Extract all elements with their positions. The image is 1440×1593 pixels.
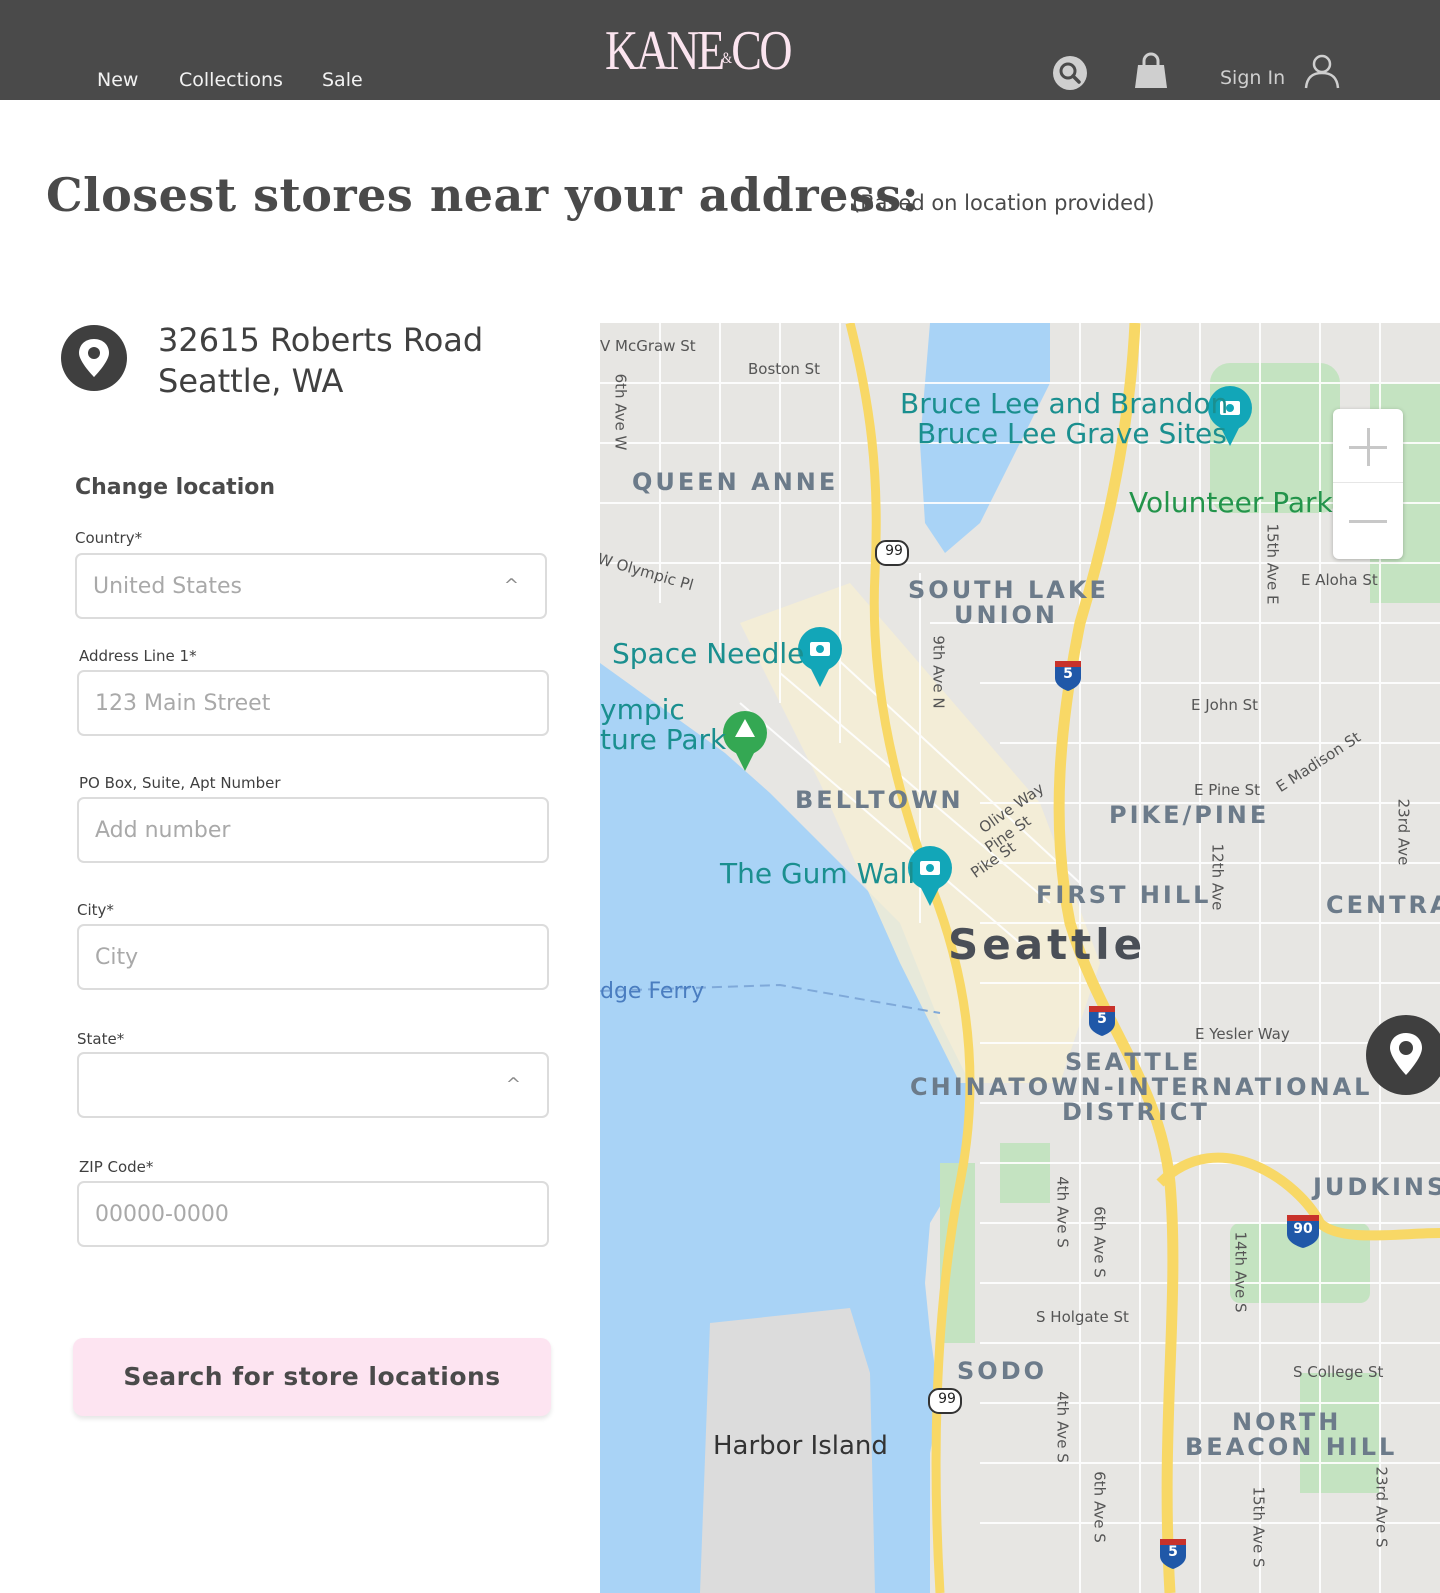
store-location-marker[interactable] — [1366, 1015, 1440, 1095]
chevron-up-icon: ^ — [505, 1074, 521, 1095]
location-pin-icon — [1390, 1033, 1422, 1075]
top-navigation-bar: New Collections Sale KANE&CO Sign In — [0, 0, 1440, 100]
map-label-olympic-1: ympic — [600, 693, 685, 726]
map-label-i90: 90 — [1293, 1221, 1313, 1237]
map-label-chinatown-3: DISTRICT — [1062, 1098, 1210, 1126]
nav-link-collections[interactable]: Collections — [179, 69, 283, 91]
map-label-seattle: Seattle — [948, 920, 1147, 969]
state-label: State* — [77, 1030, 125, 1048]
map-label-mcgraw: V McGraw St — [600, 337, 696, 355]
address-line2-label: PO Box, Suite, Apt Number — [79, 774, 281, 792]
city-placeholder: City — [95, 945, 139, 970]
map-label-ferry: dge Ferry — [600, 979, 705, 1004]
address-line1-input[interactable]: 123 Main Street — [77, 670, 549, 736]
address-line1-placeholder: 123 Main Street — [95, 691, 271, 716]
map-label-pine-e: E Pine St — [1194, 781, 1261, 799]
map-label-23rd-ave-s: 23rd Ave S — [1372, 1466, 1391, 1548]
map-label-6th-ave-w: 6th Ave W — [611, 373, 630, 451]
current-address-line2: Seattle, WA — [158, 362, 344, 400]
store-map[interactable]: V McGraw St Boston St 6th Ave W QUEEN AN… — [600, 323, 1440, 1593]
search-icon[interactable] — [1052, 55, 1088, 91]
map-label-south-lake-union-2: UNION — [954, 601, 1058, 629]
map-label-college: S College St — [1293, 1363, 1384, 1381]
zip-placeholder: 00000-0000 — [95, 1202, 229, 1227]
map-label-4th-ave-s-1: 4th Ave S — [1053, 1176, 1072, 1248]
page-subtitle: (Based on location provided) — [852, 191, 1155, 215]
address-line2-input[interactable]: Add number — [77, 797, 549, 863]
sign-in-link[interactable]: Sign In — [1220, 67, 1285, 89]
zoom-out-button[interactable] — [1333, 484, 1403, 558]
map-label-i5-2: 5 — [1097, 1011, 1107, 1027]
logo-text-right: CO — [731, 20, 792, 82]
map-label-north-beacon-2: BEACON HILL — [1185, 1433, 1398, 1461]
zoom-in-button[interactable] — [1333, 409, 1403, 483]
map-label-bruce-lee-1: Bruce Lee and Brandon — [900, 387, 1229, 420]
shopping-bag-icon[interactable] — [1132, 51, 1170, 89]
map-zoom-controls — [1333, 409, 1403, 559]
zip-label: ZIP Code* — [79, 1158, 154, 1176]
map-label-first-hill: FIRST HILL — [1036, 881, 1212, 909]
map-label-boston: Boston St — [748, 360, 821, 378]
map-label-9th-ave-n: 9th Ave N — [929, 635, 948, 709]
map-label-central: CENTRA — [1326, 891, 1440, 919]
location-pin-icon — [61, 325, 127, 391]
country-select[interactable]: United States ^ — [75, 553, 547, 619]
country-label: Country* — [75, 529, 143, 547]
logo-text-left: KANE — [605, 20, 725, 82]
page-title: Closest stores near your address: — [46, 168, 920, 222]
city-input[interactable]: City — [77, 924, 549, 990]
map-label-volunteer-park: Volunteer Park — [1129, 486, 1333, 519]
map-label-23rd-ave: 23rd Ave — [1394, 798, 1413, 866]
map-label-bruce-lee-2: Bruce Lee Grave Sites — [917, 417, 1227, 450]
map-label-pike-pine: PIKE/PINE — [1109, 801, 1270, 829]
nav-link-sale[interactable]: Sale — [322, 69, 363, 91]
map-label-harbor-island: Harbor Island — [713, 1431, 888, 1461]
map-label-queen-anne: QUEEN ANNE — [632, 468, 839, 496]
map-label-belltown: BELLTOWN — [795, 786, 964, 814]
map-label-chinatown-1: SEATTLE — [1065, 1048, 1202, 1076]
map-label-hwy99-2: 99 — [938, 1391, 956, 1407]
chevron-up-icon: ^ — [503, 575, 519, 596]
map-label-yesler: E Yesler Way — [1195, 1025, 1290, 1043]
address-line2-placeholder: Add number — [95, 818, 231, 843]
map-label-olympic-2: ture Park — [600, 723, 727, 756]
map-label-north-beacon-1: NORTH — [1232, 1408, 1342, 1436]
map-label-chinatown-2: CHINATOWN-INTERNATIONAL — [910, 1073, 1373, 1101]
map-label-holgate: S Holgate St — [1036, 1308, 1129, 1326]
map-label-15th-ave-e: 15th Ave E — [1263, 523, 1282, 605]
search-store-locations-button[interactable]: Search for store locations — [73, 1338, 551, 1416]
map-label-gum-wall: The Gum Wall — [720, 857, 916, 890]
current-address-line1: 32615 Roberts Road — [158, 321, 484, 359]
map-label-sodo: SODO — [957, 1357, 1048, 1385]
search-button-label: Search for store locations — [123, 1362, 501, 1391]
state-select[interactable]: ^ — [77, 1052, 549, 1118]
map-label-i5-3: 5 — [1168, 1544, 1178, 1560]
map-label-south-lake-union-1: SOUTH LAKE — [908, 576, 1109, 604]
map-label-hwy99-1: 99 — [885, 543, 903, 559]
zip-input[interactable]: 00000-0000 — [77, 1181, 549, 1247]
nav-link-new[interactable]: New — [97, 69, 138, 91]
map-label-6th-ave-s-2: 6th Ave S — [1090, 1471, 1109, 1543]
change-location-heading: Change location — [75, 475, 276, 500]
brand-logo[interactable]: KANE&CO — [605, 20, 793, 82]
address-line1-label: Address Line 1* — [79, 647, 197, 665]
map-label-4th-ave-s-2: 4th Ave S — [1053, 1391, 1072, 1463]
city-label: City* — [77, 901, 114, 919]
map-label-aloha: E Aloha St — [1301, 571, 1378, 589]
map-label-john: E John St — [1191, 696, 1259, 714]
user-icon[interactable] — [1303, 52, 1341, 90]
map-label-6th-ave-s-1: 6th Ave S — [1090, 1206, 1109, 1278]
map-label-i5-1: 5 — [1063, 666, 1073, 682]
map-label-14th-ave-s: 14th Ave S — [1231, 1231, 1250, 1313]
country-value: United States — [93, 574, 242, 599]
map-label-15th-ave-s: 15th Ave S — [1249, 1486, 1268, 1568]
map-label-space-needle: Space Needle — [612, 637, 805, 670]
map-label-judkins: JUDKINS — [1313, 1173, 1440, 1201]
